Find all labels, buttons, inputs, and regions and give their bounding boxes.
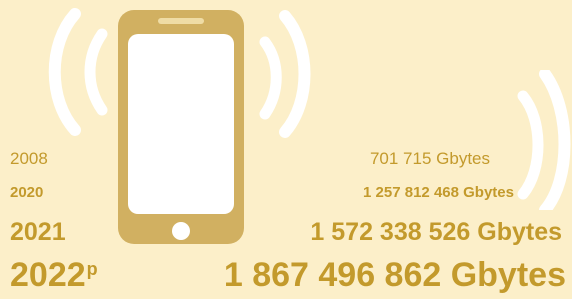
mobile-data-infographic: 2008 701 715 Gbytes 2020 1 257 812 468 G… [0, 0, 572, 299]
smartphone-icon [118, 10, 244, 244]
year-2022-label: 2022 [10, 256, 86, 294]
signal-waves-left-icon [48, 8, 108, 136]
year-2022: 2022p [10, 258, 98, 292]
value-2021: 1 572 338 526 Gbytes [310, 218, 562, 246]
year-2020: 2020 [10, 184, 44, 201]
signal-waves-right-edge-icon [517, 70, 571, 210]
provisional-marker: p [86, 259, 98, 279]
value-2022: 1 867 496 862 Gbytes [223, 256, 566, 294]
signal-waves-right-icon [259, 10, 311, 138]
value-2008: 701 715 Gbytes [369, 149, 490, 168]
value-2020: 1 257 812 468 Gbytes [363, 184, 514, 201]
year-2021: 2021 [10, 218, 66, 246]
year-2008: 2008 [10, 149, 48, 168]
